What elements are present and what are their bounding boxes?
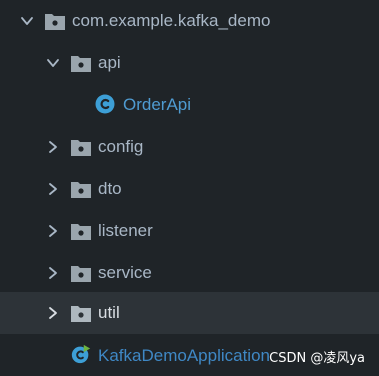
package-folder-icon (70, 53, 92, 73)
package-folder-icon (70, 221, 92, 241)
chevron-down-icon[interactable] (20, 14, 34, 28)
spring-boot-app-icon (70, 344, 92, 364)
tree-node-label: util (98, 303, 120, 322)
watermark: CSDN @凌风ya (269, 351, 365, 366)
package-folder-icon (70, 263, 92, 283)
project-tree: com.example.kafka_demo api OrderApi conf… (0, 0, 379, 376)
tree-node-label: KafkaDemoApplication (98, 346, 270, 365)
tree-node-service[interactable]: service (0, 252, 379, 294)
package-folder-icon (70, 303, 92, 323)
tree-node-root[interactable]: com.example.kafka_demo (0, 0, 379, 42)
package-folder-icon (70, 179, 92, 199)
chevron-right-icon[interactable] (46, 182, 60, 196)
chevron-right-icon[interactable] (46, 140, 60, 154)
chevron-down-icon[interactable] (46, 56, 60, 70)
chevron-right-icon[interactable] (46, 266, 60, 280)
tree-node-label: config (98, 137, 144, 156)
chevron-right-icon[interactable] (46, 224, 60, 238)
tree-node-label: service (98, 263, 152, 282)
tree-node-label: OrderApi (123, 95, 192, 114)
package-folder-icon (70, 137, 92, 157)
tree-node-order-api[interactable]: OrderApi (0, 84, 379, 126)
tree-node-listener[interactable]: listener (0, 210, 379, 252)
tree-node-util[interactable]: util (0, 292, 379, 334)
chevron-right-icon[interactable] (46, 306, 60, 320)
tree-node-api[interactable]: api (0, 42, 379, 84)
package-folder-icon (44, 11, 66, 31)
tree-node-label: listener (98, 221, 153, 240)
tree-node-label: api (98, 53, 121, 72)
tree-node-config[interactable]: config (0, 126, 379, 168)
tree-node-label: com.example.kafka_demo (72, 11, 271, 30)
java-class-icon (94, 94, 116, 114)
tree-node-label: dto (98, 179, 122, 198)
tree-node-dto[interactable]: dto (0, 168, 379, 210)
